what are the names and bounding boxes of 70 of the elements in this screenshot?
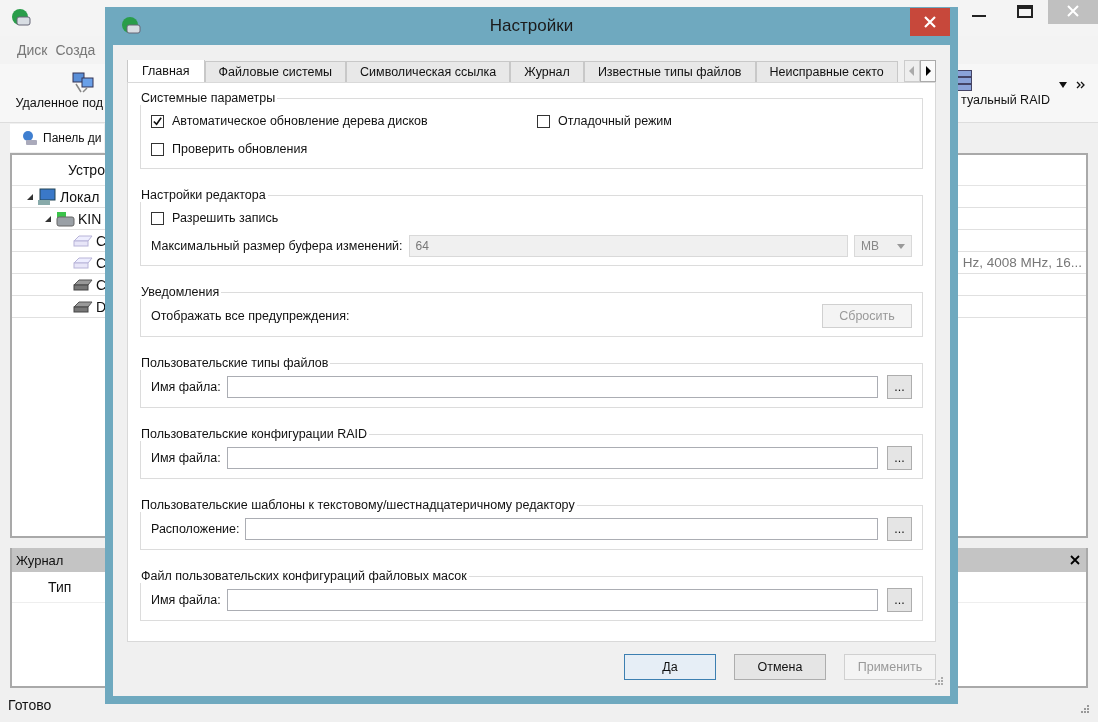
network-computers-icon — [71, 70, 95, 94]
group-title: Уведомления — [139, 285, 222, 299]
field-label: Имя файла: — [151, 593, 221, 607]
field-label: Расположение: — [151, 522, 240, 536]
panel-title: Журнал — [16, 552, 64, 568]
tab[interactable]: Известные типы файлов — [583, 61, 756, 82]
tab[interactable]: Главная — [127, 60, 205, 82]
menu-item[interactable]: Диск — [17, 42, 48, 58]
checkbox[interactable] — [151, 211, 164, 225]
tree-item-label[interactable]: С — [96, 254, 107, 271]
group-title: Файл пользовательских конфигураций файловых масок — [139, 569, 469, 583]
close-icon[interactable] — [1070, 555, 1080, 565]
group-title: Пользовательские шаблоны к текстовому/шестнадцатеричному редактору — [139, 498, 577, 512]
group-title: Системные параметры — [139, 91, 278, 105]
tree-item-label[interactable]: С — [96, 276, 107, 293]
checkbox[interactable] — [151, 142, 164, 156]
menu-item[interactable]: Созда — [55, 42, 96, 58]
browse-button[interactable]: ... — [887, 588, 912, 612]
checkbox[interactable] — [537, 114, 550, 128]
window-title: Настройки — [489, 16, 574, 36]
input-field[interactable] — [245, 518, 878, 540]
browse-button[interactable]: ... — [887, 446, 912, 470]
info-disk-icon — [22, 130, 38, 146]
app-icon — [121, 16, 141, 36]
expand-arrow-icon[interactable] — [26, 192, 34, 201]
table-cell: Hz, 4008 MHz, 16... — [962, 255, 1082, 270]
group-title: Пользовательские конфигурации RAID — [139, 427, 369, 441]
toolbar-button[interactable]: туальный RAID — [961, 93, 1050, 107]
resize-grip-icon — [934, 676, 944, 686]
field-label: Имя файла: — [151, 380, 221, 394]
field-label: Имя файла: — [151, 451, 221, 465]
status-text: Готово — [8, 697, 52, 713]
tab[interactable]: Файловые системы — [204, 61, 347, 82]
checkbox[interactable] — [151, 114, 164, 128]
checkbox-label: Разрешить запись — [172, 211, 279, 225]
dropdown-arrow-icon[interactable] — [1058, 80, 1068, 89]
app-icon — [11, 8, 31, 28]
checkbox-label: Автоматическое обновление дерева дисков — [172, 114, 428, 128]
field-label: Отображать все предупреждения: — [151, 309, 350, 323]
checkbox-label: Проверить обновления — [172, 142, 308, 156]
tree-item-label[interactable]: KIN — [78, 210, 102, 227]
tree-item-label[interactable]: D — [96, 298, 107, 315]
tab[interactable]: Неисправные секто — [755, 61, 898, 82]
checkbox-label: Отладочный режим — [558, 114, 672, 128]
group-title: Пользовательские типы файлов — [139, 356, 331, 370]
expand-arrow-icon[interactable] — [44, 214, 52, 223]
panel-tab[interactable]: Панель ди — [10, 124, 104, 152]
dialog-button[interactable]: Отмена — [734, 654, 826, 680]
group-title: Настройки редактора — [139, 188, 268, 202]
dialog-button[interactable]: Да — [624, 654, 716, 680]
resize-grip-icon — [1080, 704, 1090, 714]
computer-icon — [37, 187, 57, 206]
drive-icon — [55, 209, 75, 228]
server-stack-icon — [957, 70, 972, 91]
column-header[interactable]: Устро — [68, 162, 105, 178]
input-field[interactable] — [226, 376, 878, 398]
dropdown-arrow-icon — [897, 243, 905, 249]
field-label: Максимальный размер буфера изменений: — [151, 239, 403, 253]
scroll-right-icon[interactable] — [920, 60, 936, 82]
overflow-chevron-icon[interactable] — [1076, 80, 1086, 89]
browse-button[interactable]: ... — [887, 375, 912, 399]
toolbar-button[interactable]: Удаленное под — [15, 96, 103, 110]
input-field[interactable] — [226, 447, 878, 469]
column-header[interactable]: Тип — [48, 579, 72, 595]
tab[interactable]: Символическая ссылка — [346, 61, 511, 82]
tree-item-label[interactable]: С — [96, 232, 107, 249]
input-field[interactable] — [226, 589, 878, 611]
tab[interactable]: Журнал — [510, 61, 584, 82]
browse-button[interactable]: ... — [887, 517, 912, 541]
tree-item-label[interactable]: Локал — [60, 188, 100, 205]
